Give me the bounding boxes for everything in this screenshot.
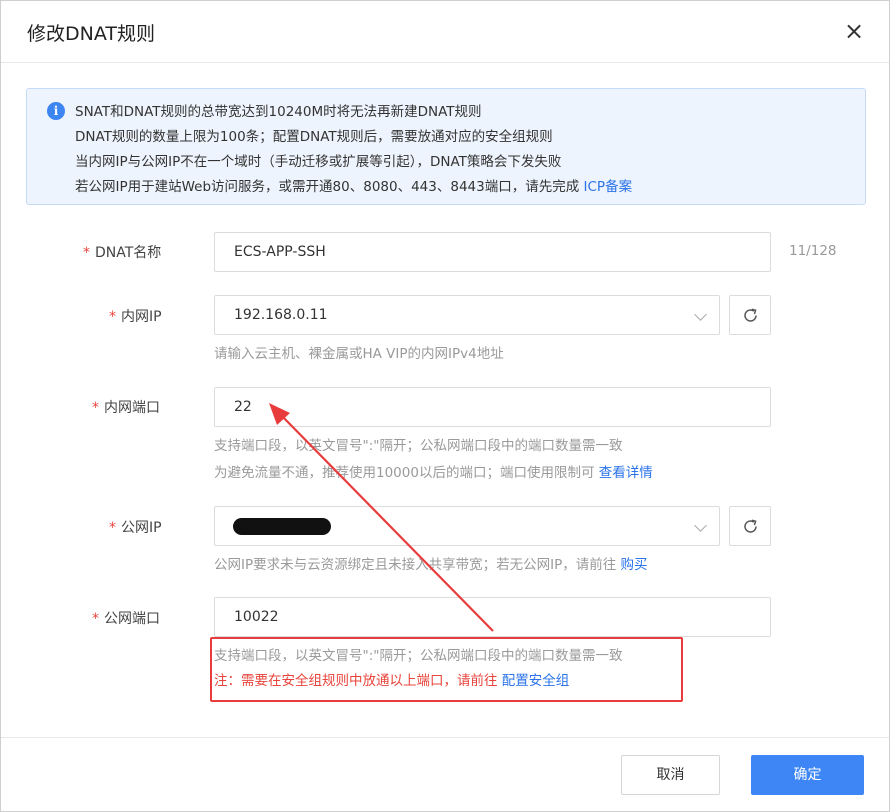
notice-line-1: SNAT和DNAT规则的总带宽达到10240M时将无法再新建DNAT规则 [75,104,482,120]
required-mark: * [83,245,90,261]
public-ip-hint: 公网IP要求未与云资源绑定且未接入共享带宽；若无公网IP，请前往 购买 [214,557,648,573]
dnat-name-input[interactable]: ECS-APP-SSH [214,232,771,272]
dialog-header: 修改DNAT规则 × [1,1,889,63]
required-mark: * [92,611,99,627]
buy-link[interactable]: 购买 [621,557,648,573]
notice-line-4-text: 若公网IP用于建站Web访问服务，或需开通80、8080、443、8443端口，… [75,179,584,195]
private-port-hint-1: 支持端口段，以英文冒号":"隔开；公私网端口段中的端口数量需一致 [214,438,623,454]
info-icon: i [47,102,65,120]
public-port-label: * 公网端口 [92,611,160,627]
view-details-link[interactable]: 查看详情 [599,465,653,481]
cancel-button[interactable]: 取消 [621,755,720,795]
notice-line-3: 当内网IP与公网IP不在一个域时（手动迁移或扩展等引起），DNAT策略会下发失败 [75,154,562,170]
notice-line-2: DNAT规则的数量上限为100条；配置DNAT规则后，需要放通对应的安全组规则 [75,129,553,145]
private-ip-label: * 内网IP [109,309,162,325]
confirm-button[interactable]: 确定 [751,755,864,795]
dialog-title: 修改DNAT规则 [27,23,155,45]
icp-filing-link[interactable]: ICP备案 [584,179,633,195]
private-ip-refresh-button[interactable] [729,295,771,335]
redacted-public-ip [233,518,331,535]
private-port-input[interactable]: 22 [214,387,771,427]
public-ip-select[interactable] [214,506,720,546]
dnat-name-counter: 11/128 [789,243,837,259]
chevron-down-icon [694,519,707,532]
public-ip-label: * 公网IP [109,520,162,536]
notice-line-4: 若公网IP用于建站Web访问服务，或需开通80、8080、443、8443端口，… [75,175,632,195]
private-port-label: * 内网端口 [92,400,160,416]
private-ip-select[interactable]: 192.168.0.11 [214,295,720,335]
required-mark: * [109,309,116,325]
required-mark: * [109,520,116,536]
private-ip-hint: 请输入云主机、裸金属或HA VIP的内网IPv4地址 [214,346,504,362]
chevron-down-icon [694,308,707,321]
refresh-icon [744,519,757,533]
annotation-highlight-box [210,637,683,702]
dnat-name-label: * DNAT名称 [83,245,162,261]
refresh-icon [744,308,757,322]
private-ip-value: 192.168.0.11 [234,307,328,323]
modify-dnat-dialog: 修改DNAT规则 × i SNAT和DNAT规则的总带宽达到10240M时将无法… [0,0,890,812]
footer-divider [1,737,889,738]
private-port-hint-2: 为避免流量不通，推荐使用10000以后的端口；端口使用限制可 查看详情 [214,465,653,481]
close-icon[interactable]: × [841,19,867,45]
required-mark: * [92,400,99,416]
public-ip-refresh-button[interactable] [729,506,771,546]
public-port-input[interactable]: 10022 [214,597,771,637]
notice-box: i SNAT和DNAT规则的总带宽达到10240M时将无法再新建DNAT规则 D… [26,88,866,205]
